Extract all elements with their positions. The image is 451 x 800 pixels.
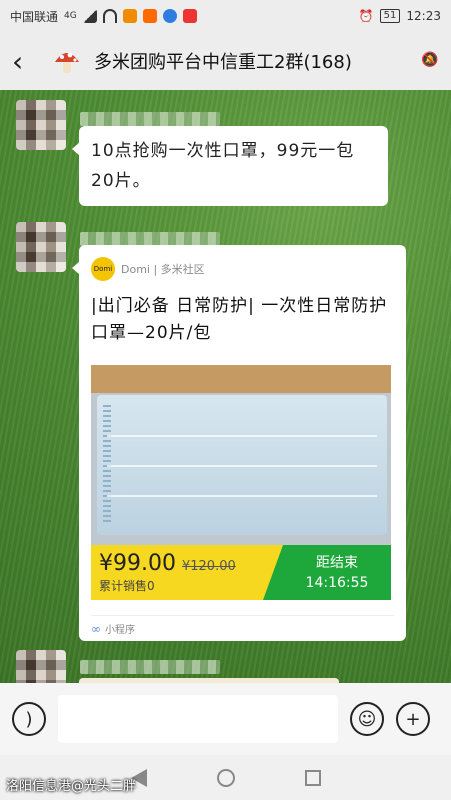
avatar[interactable] [16,222,66,272]
watermark: 洛阳信息港@光头二胖 [6,779,137,794]
mini-program-label: 小程序 [105,625,135,636]
message-text: 10点抢购一次性口罩，99元一包20片。 [91,141,355,191]
message-input[interactable] [58,695,338,743]
chat-area[interactable]: 10点抢购一次性口罩，99元一包20片。 Domi Domi | 多米社区 |出… [0,90,451,683]
nickname-blurred [80,660,220,674]
sold-count: 累计销售0 [99,579,155,593]
product-image: ¥99.00 ¥120.00 累计销售0 距结束 14:16:55 [91,365,391,600]
mushroom-icon [52,46,82,76]
carrier-label: 中国联通 [10,9,59,24]
chevron-left-icon[interactable]: ‹ [12,45,38,78]
card-footer: ∞ 小程序 [91,615,394,641]
page-title: 多米团购平台中信重工2群(168) [94,52,352,73]
mini-program-card[interactable]: Domi Domi | 多米社区 |出门必备 日常防护| 一次性日常防护口罩—2… [72,245,406,641]
card-source: Domi Domi | 多米社区 [91,255,394,283]
alarm-icon: ⏰ [358,9,374,23]
countdown-label: 距结束 [316,555,358,571]
nav-home-icon[interactable] [216,768,235,787]
card-title: |出门必备 日常防护| 一次性日常防护口罩—20片/包 [91,296,388,343]
avatar[interactable] [16,100,66,150]
nav-recent-icon[interactable] [304,769,321,786]
wifi-icon [102,9,117,23]
countdown-badge: 距结束 14:16:55 [263,545,391,600]
chat-header: ‹ 多米团购平台中信重工2群(168) 🔕 [0,32,451,90]
original-price: ¥120.00 [181,559,236,574]
app-notification-icon-4 [182,9,197,23]
bell-off-icon: 🔕 [421,52,439,68]
app-notification-icon [122,9,137,23]
time-label: 12:23 [406,9,441,23]
status-bar: 中国联通 4G ⏰ 51 12:23 [0,0,451,32]
nickname-blurred [80,112,220,126]
app-notification-icon-3 [162,9,177,23]
mask-pack-illustration [97,395,387,535]
voice-icon[interactable]: ) [12,702,46,736]
input-bar: ) ☺ + [0,683,451,755]
network-label: 4G [64,11,77,21]
price-bar: ¥99.00 ¥120.00 累计销售0 距结束 14:16:55 [91,545,391,600]
app-notification-icon-2 [142,9,157,23]
signal-icon [82,9,97,23]
current-price: ¥99.00 [99,551,176,576]
text-message[interactable]: 10点抢购一次性口罩，99元一包20片。 [72,126,388,206]
nickname-blurred [80,232,220,246]
battery-indicator: 51 [379,9,401,23]
domi-logo: Domi [91,257,115,281]
source-name: Domi | 多米社区 [121,263,205,276]
mini-program-icon: ∞ [91,621,101,636]
avatar[interactable] [16,650,66,683]
countdown-time: 14:16:55 [305,575,369,591]
plus-icon[interactable]: + [396,702,430,736]
emoji-icon[interactable]: ☺ [350,702,384,736]
